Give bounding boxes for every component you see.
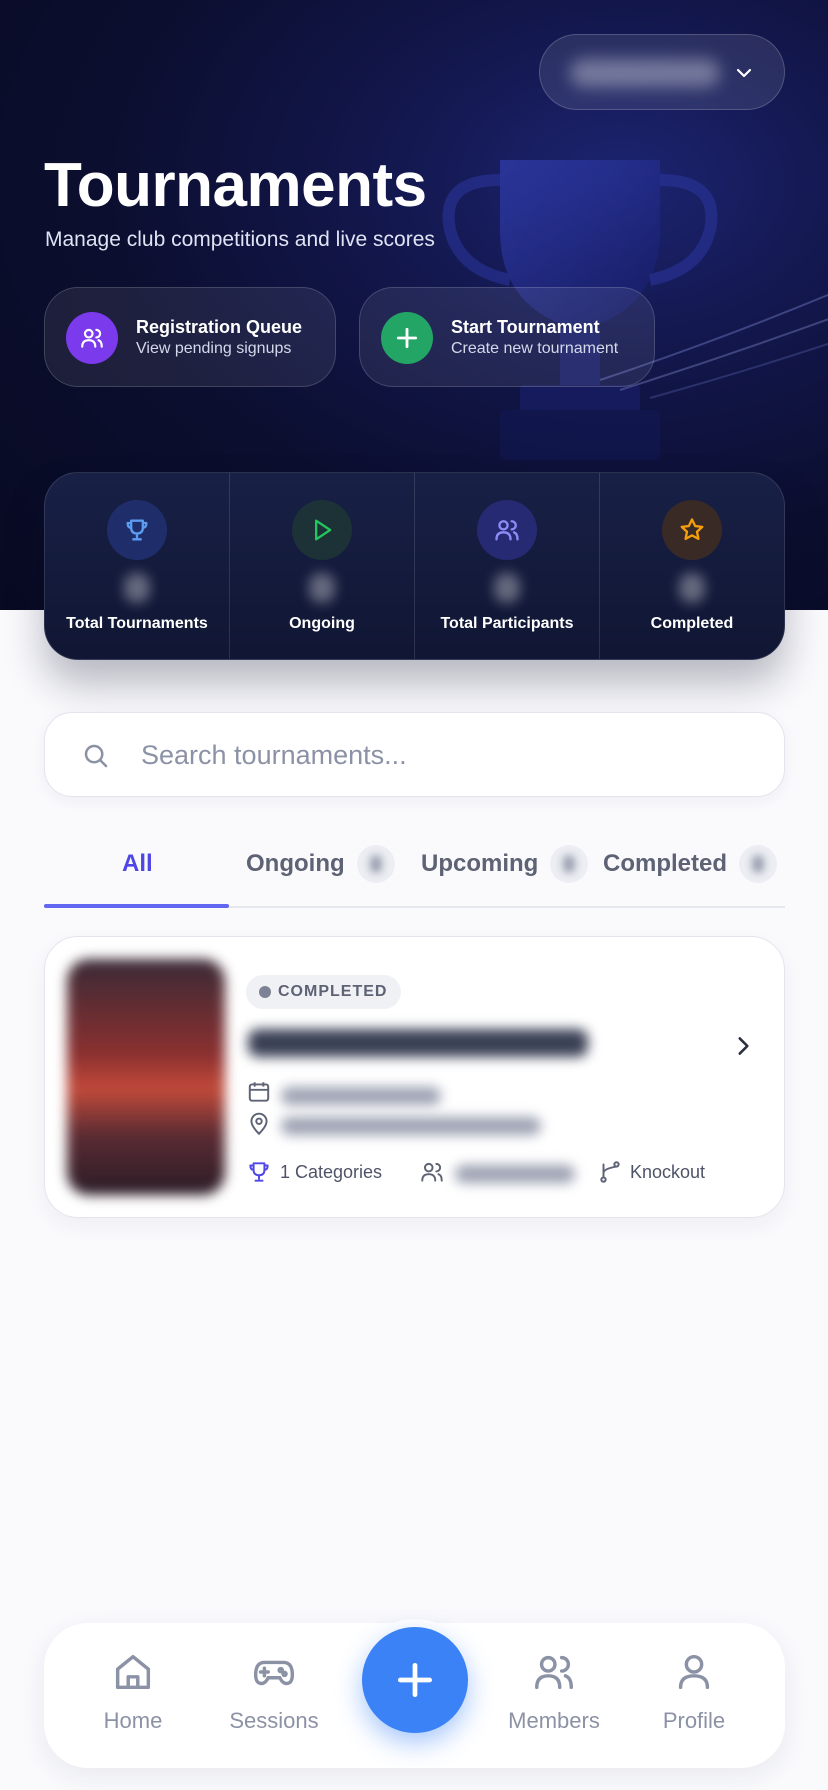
page-subtitle: Manage club competitions and live scores [45, 228, 435, 251]
tab-count-blurred [356, 845, 395, 883]
trophy-icon [107, 500, 167, 560]
nav-label: Sessions [229, 1708, 319, 1733]
action-title: Start Tournament [451, 317, 600, 337]
nav-sessions[interactable]: Sessions [214, 1649, 334, 1734]
stat-total-participants: Total Participants [415, 473, 600, 659]
action-subtitle: Create new tournament [451, 340, 619, 357]
search-bar[interactable] [44, 712, 785, 797]
bottom-navigation: Home Sessions Members Profile [44, 1619, 785, 1768]
location-pin-icon [250, 1112, 268, 1136]
stat-label: Total Tournaments [66, 615, 208, 632]
stat-label: Ongoing [289, 615, 355, 632]
stat-value-blurred [309, 573, 335, 603]
plus-icon [397, 1662, 433, 1698]
nav-label: Home [103, 1708, 163, 1733]
bracket-branch-icon [600, 1161, 620, 1183]
gamepad-icon [253, 1660, 295, 1686]
stat-label: Total Participants [440, 615, 574, 632]
tab-label: All [122, 850, 153, 877]
stat-ongoing: Ongoing [230, 473, 415, 659]
tab-label: Upcoming [421, 850, 539, 877]
tab-upcoming[interactable]: Upcoming [421, 844, 589, 884]
stats-panel: Total Tournaments Ongoing Total Particip… [44, 472, 785, 660]
nav-profile[interactable]: Profile [634, 1649, 754, 1734]
nav-label: Members [508, 1708, 600, 1733]
tab-label: Completed [603, 850, 728, 877]
action-subtitle: View pending signups [136, 340, 292, 357]
tournament-format: Knockout [630, 1162, 706, 1182]
chevron-right-icon [738, 1037, 749, 1055]
stat-value-blurred [124, 573, 150, 603]
active-tab-indicator [44, 904, 229, 908]
tab-count-blurred [550, 845, 589, 883]
stat-total-tournaments: Total Tournaments [45, 473, 230, 659]
date-blurred [281, 1087, 441, 1105]
tab-label: Ongoing [246, 850, 345, 877]
tournament-thumbnail [67, 959, 225, 1195]
nav-members[interactable]: Members [494, 1649, 614, 1734]
stat-label: Completed [650, 615, 734, 632]
page-title: Tournaments [44, 151, 427, 220]
participants-blurred [455, 1165, 575, 1183]
home-icon [115, 1654, 151, 1690]
tournament-card[interactable]: COMPLETED 1 Categories Knockout [44, 936, 785, 1218]
search-icon [84, 744, 108, 768]
trophy-icon [249, 1162, 269, 1182]
users-icon [535, 1655, 573, 1690]
tab-count-blurred [739, 845, 778, 883]
status-badge: COMPLETED [246, 975, 402, 1009]
stat-value-blurred [679, 573, 705, 603]
star-icon [662, 500, 722, 560]
play-icon [292, 500, 352, 560]
calendar-icon [248, 1082, 270, 1102]
tournament-name-blurred [248, 1029, 588, 1057]
start-tournament-button[interactable]: Start Tournament Create new tournament [359, 287, 655, 387]
registration-queue-button[interactable]: Registration Queue View pending signups [44, 287, 336, 387]
user-icon [678, 1654, 710, 1690]
users-icon [477, 500, 537, 560]
club-selector[interactable] [539, 34, 785, 110]
tab-ongoing[interactable]: Ongoing [246, 844, 395, 884]
tab-all[interactable]: All [122, 844, 153, 884]
tab-completed[interactable]: Completed [603, 844, 778, 884]
users-icon [421, 1162, 443, 1182]
create-fab-button[interactable] [362, 1627, 468, 1733]
nav-home[interactable]: Home [73, 1649, 193, 1734]
users-icon [66, 312, 118, 364]
plus-icon [381, 312, 433, 364]
categories-count: 1 Categories [280, 1162, 383, 1182]
action-title: Registration Queue [136, 317, 303, 337]
stat-value-blurred [494, 573, 520, 603]
club-name-blurred [570, 59, 720, 87]
nav-label: Profile [662, 1708, 726, 1733]
stat-completed: Completed [600, 473, 784, 659]
location-blurred [281, 1117, 541, 1135]
chevron-down-icon [736, 68, 752, 78]
filter-tabs: All Ongoing Upcoming Completed [44, 820, 785, 908]
search-input[interactable] [141, 731, 741, 779]
